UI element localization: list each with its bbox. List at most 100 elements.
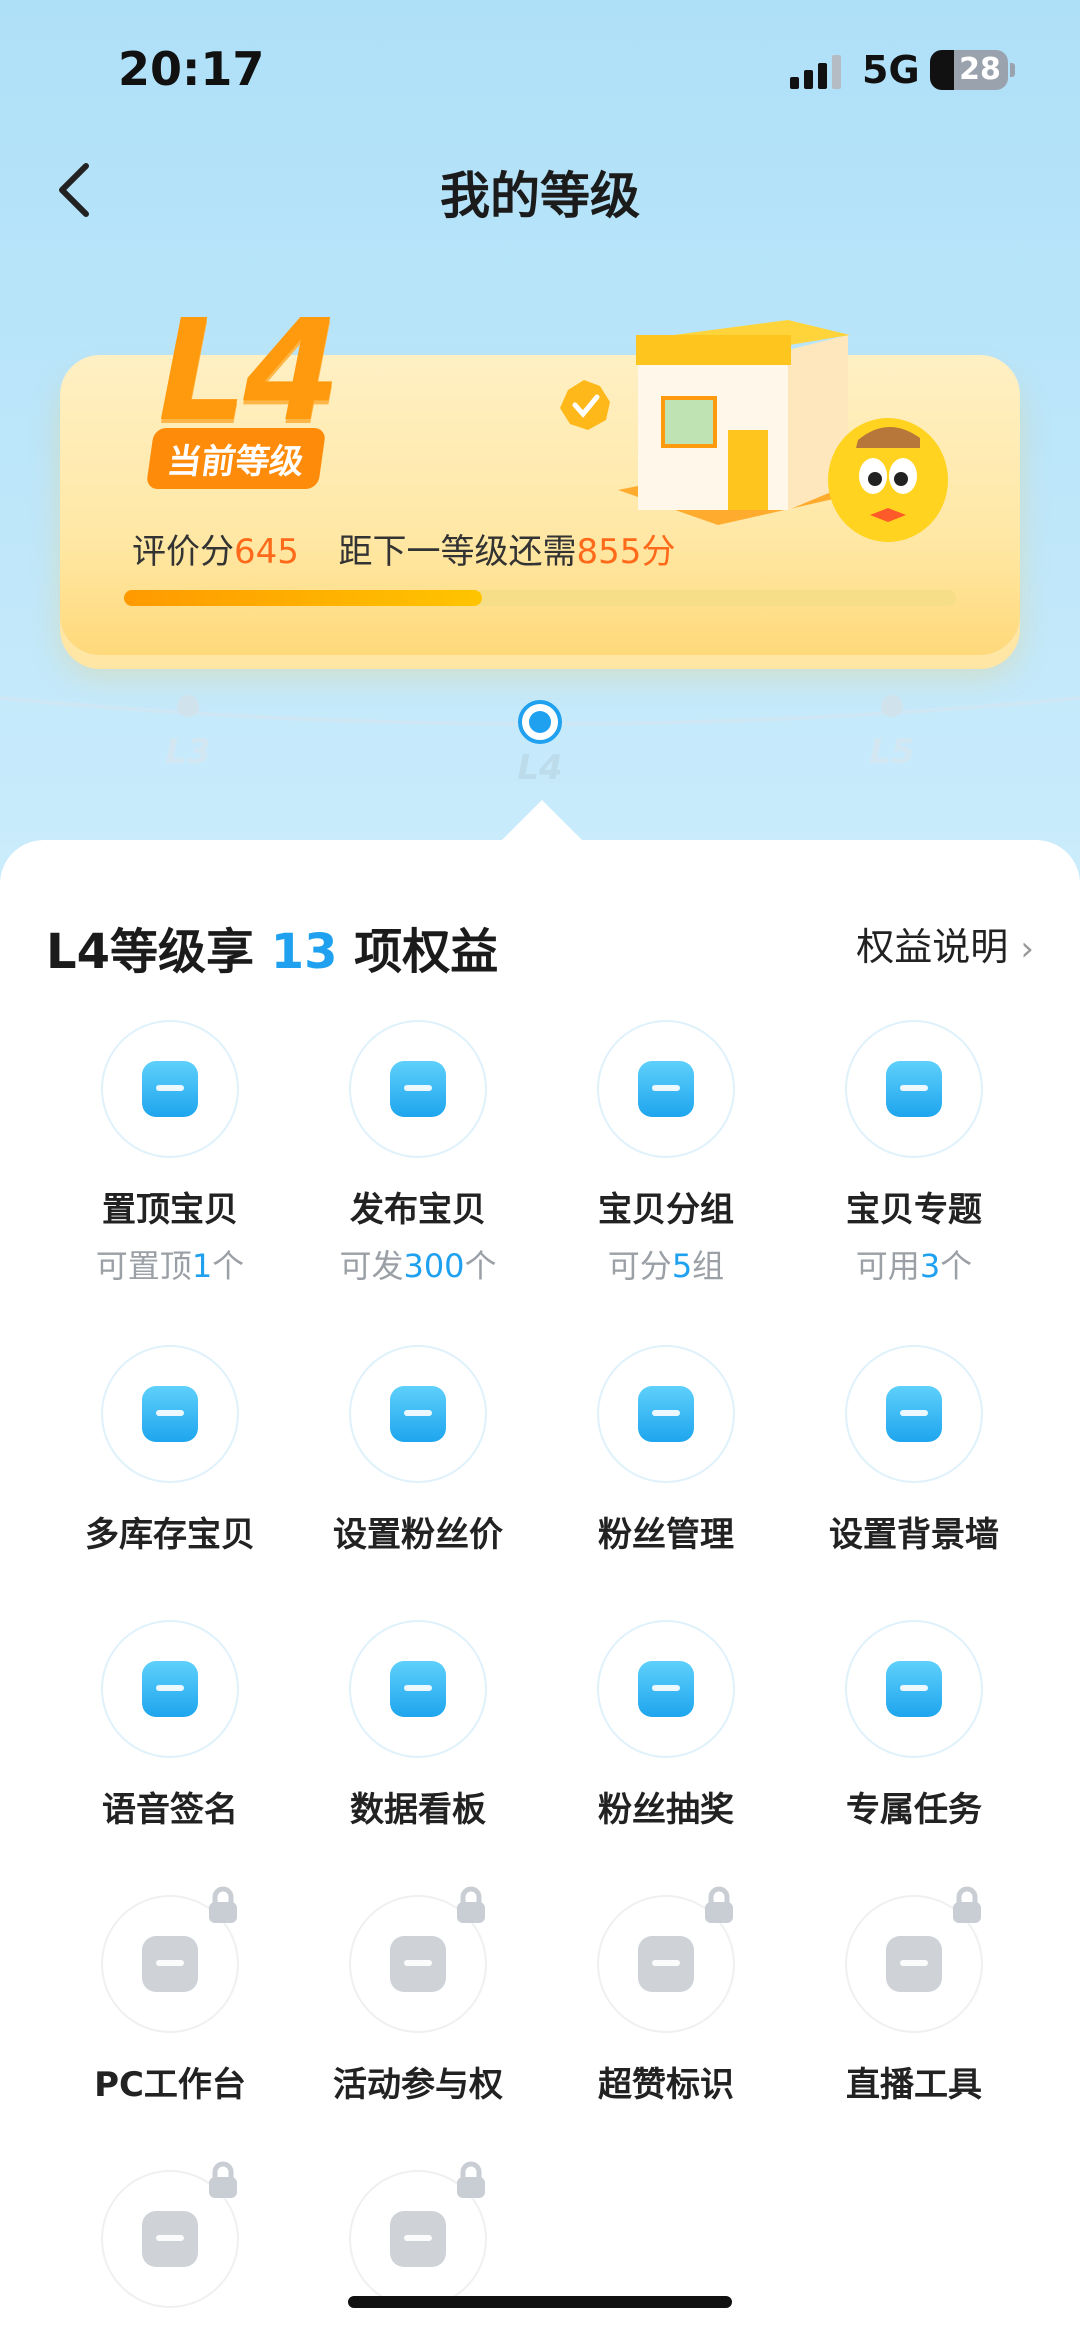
multi-bag-icon: [142, 1386, 198, 1442]
right-icon-circle: [101, 1886, 239, 2033]
page-title: 我的等级: [440, 167, 640, 225]
next-level-label: 距下一等级还需: [338, 532, 577, 572]
mic-icon: [142, 1661, 198, 1717]
right-icon-circle: [349, 2161, 487, 2308]
right-item[interactable]: PC工作台: [46, 1886, 294, 2106]
right-icon-circle: [597, 1886, 735, 2033]
hexagon-key-icon: [390, 1936, 446, 1992]
like-badge-icon: [638, 1936, 694, 1992]
quota-value: 1: [191, 1247, 213, 1285]
right-item-name: 设置粉丝价: [333, 1515, 503, 1555]
right-item[interactable]: 活动参与权: [294, 1886, 542, 2106]
chevron-right-icon: ›: [1020, 929, 1034, 969]
right-item-name: 粉丝抽奖: [598, 1790, 734, 1830]
trophy-icon: [390, 2211, 446, 2267]
right-item[interactable]: 粉丝管理: [542, 1345, 790, 1556]
quota-value: 3: [919, 1247, 941, 1285]
quota-unit: 个: [212, 1247, 245, 1285]
current-level-badge: 当前等级: [145, 428, 327, 489]
battery-tip: [1010, 63, 1015, 77]
lock-icon: [947, 1885, 987, 1925]
right-icon-circle: [349, 1886, 487, 2033]
qr-code-icon: [142, 2211, 198, 2267]
level-progress-fill: [124, 590, 482, 606]
rights-count: 13: [270, 924, 338, 980]
lock-icon: [451, 2160, 491, 2200]
right-icon-circle: [845, 1345, 983, 1483]
right-item[interactable]: 设置粉丝价: [294, 1345, 542, 1556]
quota-unit: 个: [464, 1247, 497, 1285]
right-item[interactable]: 设置背景墙: [790, 1345, 1038, 1556]
right-item[interactable]: [294, 2161, 542, 2308]
image-icon: [886, 1386, 942, 1442]
heart-check-icon: [638, 1386, 694, 1442]
heart-yen-icon: [390, 1386, 446, 1442]
chart-board-icon: [390, 1661, 446, 1717]
right-icon-circle: [349, 1620, 487, 1758]
panel-pointer: [500, 800, 584, 842]
right-item-name: 宝贝分组: [598, 1190, 734, 1230]
right-item[interactable]: 超赞标识: [542, 1886, 790, 2106]
rights-title: L4等级享 13 项权益: [46, 924, 499, 980]
right-item-name: 粉丝管理: [598, 1515, 734, 1555]
right-item[interactable]: 粉丝抽奖: [542, 1620, 790, 1831]
right-item-name: 发布宝贝: [350, 1190, 486, 1230]
quota-prefix: 可发: [339, 1247, 404, 1285]
pin-top-icon: [142, 1061, 198, 1117]
right-icon-circle: [101, 1620, 239, 1758]
right-item[interactable]: 宝贝专题可用3个: [790, 1020, 1038, 1287]
right-item-quota: 可用3个: [790, 1241, 1038, 1287]
status-bar: 20:17 5G 28: [0, 0, 1080, 140]
tv-play-icon: [886, 1936, 942, 1992]
lock-icon: [203, 2160, 243, 2200]
battery-level: 28: [959, 52, 1001, 87]
quota-unit: 组: [692, 1247, 725, 1285]
right-item-quota: 可发300个: [294, 1241, 542, 1287]
right-item[interactable]: 宝贝分组可分5组: [542, 1020, 790, 1287]
quota-prefix: 可置顶: [95, 1247, 192, 1285]
right-icon-circle: [845, 1020, 983, 1158]
timeline-level-l4[interactable]: L4: [500, 748, 580, 788]
score-value: 645: [234, 532, 299, 572]
right-item[interactable]: [46, 2161, 294, 2308]
shield-check-icon: [886, 1661, 942, 1717]
right-item-name: 语音签名: [102, 1790, 238, 1830]
right-item[interactable]: 多库存宝贝: [46, 1345, 294, 1556]
quota-unit: 个: [940, 1247, 973, 1285]
home-indicator[interactable]: [348, 2296, 732, 2308]
grid-search-icon: [638, 1061, 694, 1117]
right-icon-circle: [597, 1345, 735, 1483]
right-item-name: 直播工具: [846, 2065, 982, 2105]
right-item-name: 多库存宝贝: [85, 1515, 255, 1555]
right-item-name: 活动参与权: [333, 2065, 503, 2105]
timeline-level-l5[interactable]: L5: [852, 732, 932, 772]
lock-icon: [203, 1885, 243, 1925]
right-item[interactable]: 语音签名: [46, 1620, 294, 1831]
right-item[interactable]: 专属任务: [790, 1620, 1038, 1831]
right-item-name: PC工作台: [94, 2065, 246, 2105]
lock-icon: [451, 1885, 491, 1925]
right-icon-circle: [101, 1345, 239, 1483]
level-progress-bar: [124, 590, 956, 606]
right-item[interactable]: 直播工具: [790, 1886, 1038, 2106]
rights-explanation-link[interactable]: 权益说明 ›: [856, 916, 1034, 971]
right-icon-circle: [845, 1620, 983, 1758]
right-icon-circle: [597, 1620, 735, 1758]
right-item-name: 宝贝专题: [846, 1190, 982, 1230]
right-item-name: 专属任务: [846, 1790, 982, 1830]
right-item[interactable]: 数据看板: [294, 1620, 542, 1831]
quota-prefix: 可分: [607, 1247, 672, 1285]
next-level-unit: 分: [641, 532, 676, 572]
right-item-name: 数据看板: [350, 1790, 486, 1830]
timeline-level-l3[interactable]: L3: [148, 732, 228, 772]
bag-icon: [390, 1061, 446, 1117]
shop-mascot-illustration: [560, 320, 948, 542]
right-icon-circle: [597, 1020, 735, 1158]
right-item[interactable]: 发布宝贝可发300个: [294, 1020, 542, 1287]
lock-icon: [699, 1885, 739, 1925]
signal-icon: [790, 55, 841, 89]
right-item-quota: 可分5组: [542, 1241, 790, 1287]
right-item[interactable]: 置顶宝贝 可置顶1个: [46, 1020, 294, 1287]
right-icon-circle: [349, 1020, 487, 1158]
quota-value: 5: [671, 1247, 693, 1285]
